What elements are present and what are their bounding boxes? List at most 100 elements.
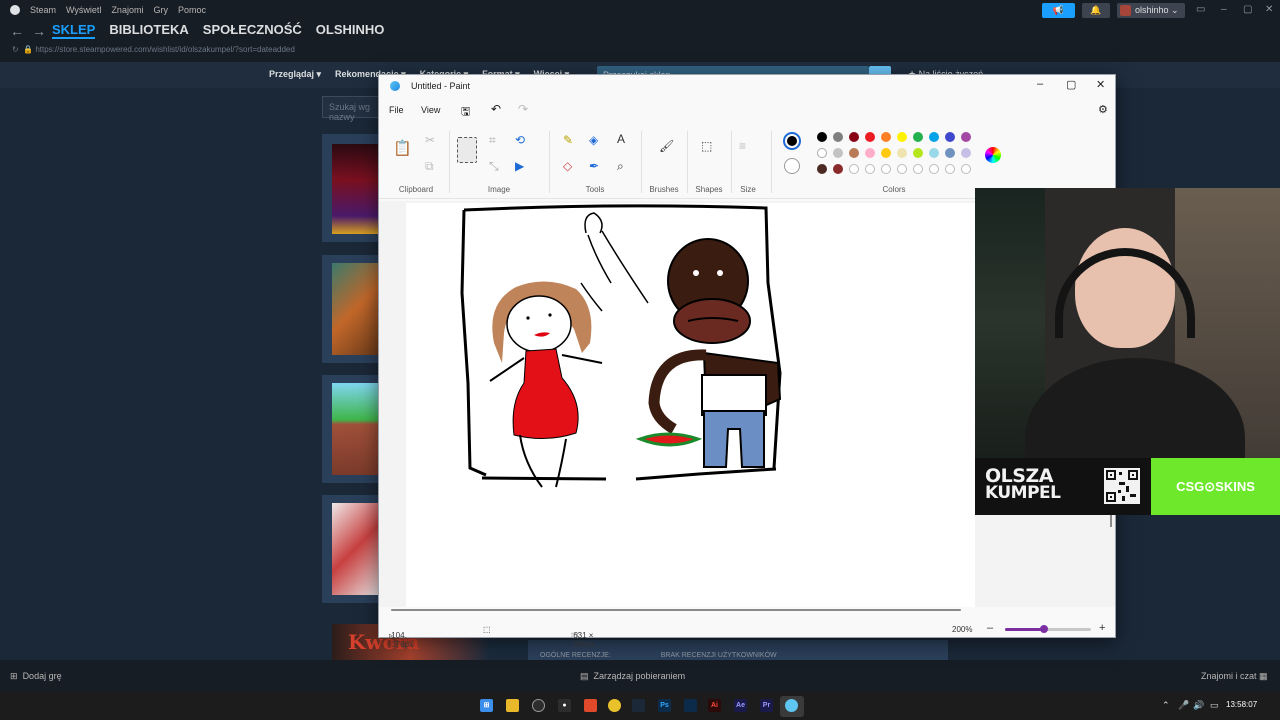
flip-icon[interactable]: ▶ <box>515 159 524 173</box>
color-swatch[interactable] <box>865 148 875 158</box>
select-icon[interactable] <box>457 137 477 163</box>
wishlist-item[interactable] <box>322 134 380 242</box>
brave-icon[interactable] <box>584 699 597 712</box>
cut-icon[interactable]: ✂ <box>425 133 435 147</box>
color-swatch[interactable] <box>929 164 939 174</box>
back-arrow-icon[interactable]: ← <box>10 23 32 39</box>
eraser-icon[interactable]: ◇ <box>563 159 572 173</box>
game-thumbnail[interactable] <box>332 503 378 595</box>
redo-icon[interactable]: ↷ <box>518 102 528 116</box>
tab-community[interactable]: SPOŁECZNOŚĆ <box>203 22 302 39</box>
chrome-icon[interactable] <box>608 699 621 712</box>
app-icon[interactable]: ● <box>558 699 571 712</box>
color-swatch[interactable] <box>849 164 859 174</box>
url-bar[interactable]: ↻ 🔒 https://store.steampowered.com/wishl… <box>12 45 295 54</box>
add-game-button[interactable]: ⊞ Dodaj grę <box>10 671 62 682</box>
color-swatch[interactable] <box>897 148 907 158</box>
wishlist-item[interactable] <box>322 255 380 363</box>
store-browse[interactable]: Przeglądaj ▾ <box>269 69 321 80</box>
after-effects-icon[interactable]: Ae <box>734 699 747 712</box>
zoom-slider[interactable] <box>1005 625 1091 633</box>
color-swatch[interactable] <box>881 132 891 142</box>
pencil-icon[interactable]: ✎ <box>563 133 573 147</box>
color-swatch[interactable] <box>865 164 875 174</box>
color-swatch[interactable] <box>833 148 843 158</box>
downloads-button[interactable]: ▤ Zarządzaj pobieraniem <box>580 671 685 682</box>
refresh-icon[interactable]: ↻ <box>12 45 19 54</box>
menu-view[interactable]: View <box>421 105 440 115</box>
crop-icon[interactable]: ⌗ <box>489 133 496 148</box>
zoom-slider-knob[interactable] <box>1039 625 1048 633</box>
close-icon[interactable]: ✕ <box>1096 78 1105 91</box>
tab-store[interactable]: SKLEP <box>52 22 96 39</box>
undo-icon[interactable]: ↶ <box>491 102 501 116</box>
color-swatch[interactable] <box>945 164 955 174</box>
app-icon[interactable] <box>532 699 545 712</box>
color-swatch[interactable] <box>849 148 859 158</box>
file-explorer-icon[interactable] <box>506 699 519 712</box>
paste-icon[interactable]: 📋 <box>393 139 412 157</box>
magnifier-icon[interactable]: ⌕ <box>617 159 624 174</box>
photoshop-icon[interactable]: Ps <box>658 699 671 712</box>
resize-icon[interactable]: ⤡ <box>489 159 499 174</box>
copy-icon[interactable]: ⧉ <box>425 159 434 174</box>
menu-friends[interactable]: Znajomi <box>111 5 143 15</box>
drawing-canvas[interactable] <box>406 203 975 607</box>
tab-profile[interactable]: OLSHINHO <box>316 22 385 39</box>
zoom-in-icon[interactable]: + <box>1099 622 1105 634</box>
app-icon[interactable] <box>684 699 697 712</box>
size-icon[interactable]: ≡ <box>739 139 746 153</box>
menu-help[interactable]: Pomoc <box>178 5 206 15</box>
network-icon[interactable]: ▭ <box>1210 700 1219 711</box>
minimize-icon[interactable]: – <box>1221 4 1227 15</box>
color-swatch[interactable] <box>833 164 843 174</box>
color-swatch[interactable] <box>945 148 955 158</box>
microphone-icon[interactable]: 🎤 <box>1178 700 1189 711</box>
save-icon[interactable]: 🖫 <box>461 103 470 122</box>
game-thumbnail[interactable] <box>332 383 378 475</box>
tray-chevron-icon[interactable]: ⌃ <box>1162 700 1170 711</box>
brush-icon[interactable]: 🖌 <box>659 139 674 153</box>
steam-taskbar-icon[interactable] <box>632 699 645 712</box>
menu-steam[interactable]: Steam <box>30 5 56 15</box>
maximize-icon[interactable]: ▢ <box>1243 4 1252 15</box>
close-icon[interactable]: ✕ <box>1265 4 1273 15</box>
color-swatch[interactable] <box>817 132 827 142</box>
tab-library[interactable]: BIBLIOTEKA <box>109 22 188 39</box>
secondary-color[interactable] <box>784 158 800 174</box>
color-swatch[interactable] <box>913 164 923 174</box>
big-picture-icon[interactable]: ▭ <box>1196 4 1205 15</box>
color-swatch[interactable] <box>817 164 827 174</box>
illustrator-icon[interactable]: Ai <box>708 699 721 712</box>
volume-icon[interactable]: 🔊 <box>1193 700 1204 711</box>
settings-icon[interactable]: ⚙ <box>1098 103 1108 116</box>
wishlist-item[interactable] <box>322 375 380 483</box>
game-thumbnail[interactable] <box>332 263 378 355</box>
color-swatch[interactable] <box>897 132 907 142</box>
horizontal-scrollbar[interactable] <box>391 609 961 611</box>
color-swatch[interactable] <box>929 148 939 158</box>
maximize-icon[interactable]: ▢ <box>1066 78 1076 91</box>
forward-arrow-icon[interactable]: → <box>32 23 54 39</box>
start-icon[interactable]: ⊞ <box>480 699 493 712</box>
edit-colors-icon[interactable] <box>985 147 1001 163</box>
menu-file[interactable]: File <box>389 105 404 115</box>
color-swatch[interactable] <box>929 132 939 142</box>
rotate-icon[interactable]: ⟲ <box>515 133 525 147</box>
fill-icon[interactable]: ◈ <box>589 133 598 147</box>
menu-games[interactable]: Gry <box>153 5 168 15</box>
text-icon[interactable]: A <box>617 132 625 146</box>
color-swatch[interactable] <box>961 132 971 142</box>
color-swatch[interactable] <box>881 148 891 158</box>
paint-taskbar-icon[interactable] <box>785 699 798 712</box>
color-swatch[interactable] <box>897 164 907 174</box>
color-swatch[interactable] <box>961 164 971 174</box>
user-menu[interactable]: olshinho ⌄ <box>1117 3 1185 18</box>
notifications-button[interactable]: 🔔 <box>1082 3 1110 18</box>
color-swatch[interactable] <box>865 132 875 142</box>
premiere-icon[interactable]: Pr <box>760 699 773 712</box>
shapes-icon[interactable]: ⬚ <box>701 139 712 153</box>
friends-chat-button[interactable]: Znajomi i czat ▦ <box>1201 671 1268 682</box>
wishlist-item[interactable] <box>322 495 380 603</box>
zoom-out-icon[interactable]: – <box>987 622 993 634</box>
